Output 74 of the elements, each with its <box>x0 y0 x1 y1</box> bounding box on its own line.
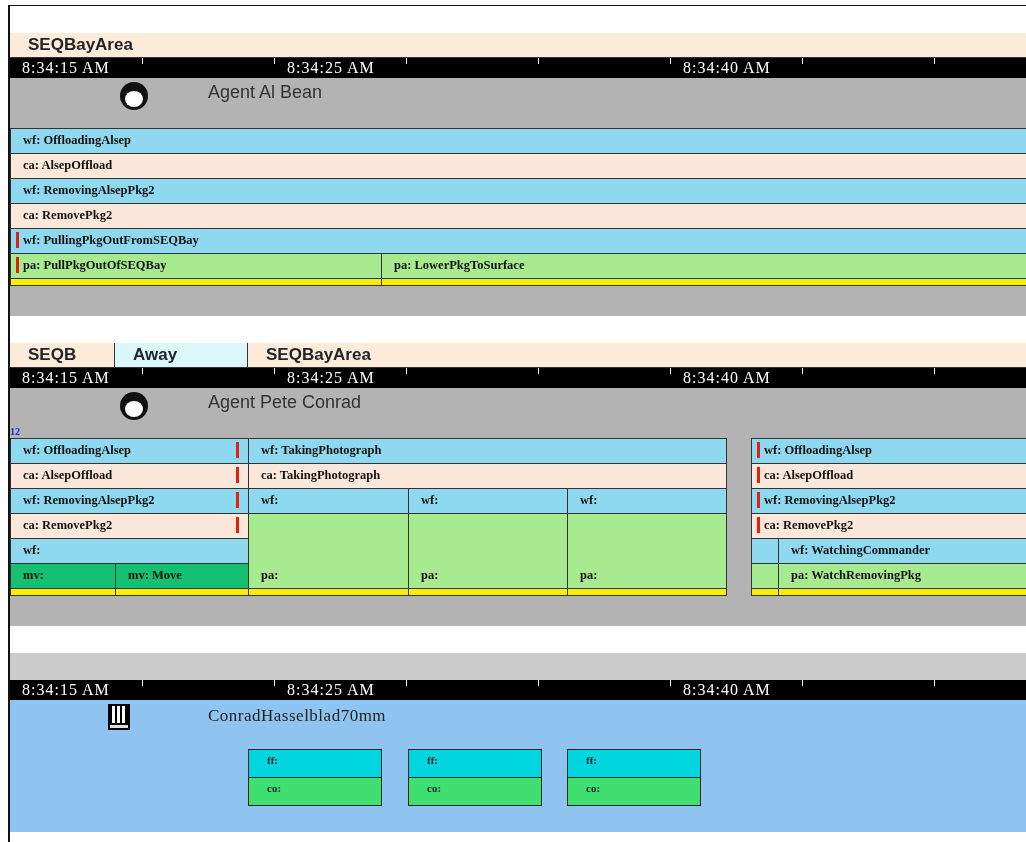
tick-mark <box>142 58 143 64</box>
tick-mark <box>670 680 671 686</box>
fact-cell: ff: <box>249 750 381 778</box>
activity-block: wf: RemovingAlsepPkg2 <box>10 178 1026 204</box>
tick-mark <box>406 58 407 64</box>
time-label: 8:34:15 AM <box>22 368 110 388</box>
activity-block: wf: RemovingAlsepPkg2 <box>751 488 1026 514</box>
activity-block: pa: <box>567 513 727 589</box>
tick-mark <box>406 680 407 686</box>
activity-block: pa: <box>408 513 568 589</box>
agent-name: Agent Pete Conrad <box>208 391 362 414</box>
tick-mark <box>274 58 275 64</box>
object-name: ConradHasselblad70mm <box>208 705 387 727</box>
activity-block: mv: Move <box>115 563 249 589</box>
activity-block: wf: PullingPkgOutFromSEQBay <box>10 228 1026 254</box>
tick-mark <box>538 680 539 686</box>
tick-mark <box>406 368 407 374</box>
activity-block: wf: <box>567 488 727 514</box>
fact-cell: ff: <box>568 750 700 778</box>
header-cell: Away <box>115 343 248 367</box>
activity-block: wf: RemovingAlsepPkg2 <box>10 488 249 514</box>
activity-block: pa: WatchRemovingPkg <box>778 563 1026 589</box>
tick-mark <box>934 58 935 64</box>
activity-block: ca: RemovePkg2 <box>10 203 1026 229</box>
concept-cell: co: <box>568 778 700 805</box>
activity-block: ca: TakingPhotograph <box>248 463 727 489</box>
tick-mark <box>538 58 539 64</box>
activity-block: wf: TakingPhotograph <box>248 438 727 464</box>
person-icon <box>118 391 150 421</box>
activity-block: ca: AlsepOffload <box>751 463 1026 489</box>
activity-block: ca: AlsepOffload <box>10 153 1026 179</box>
activity-block: pa: PullPkgOutOfSEQBay <box>10 253 382 279</box>
time-label: 8:34:15 AM <box>22 58 110 78</box>
time-label: 8:34:40 AM <box>683 58 771 78</box>
activity-block: mv: <box>10 563 116 589</box>
activity-block: wf: <box>408 488 568 514</box>
tick-mark <box>538 368 539 374</box>
concept-cell: co: <box>409 778 541 805</box>
activity-block: wf: OffloadingAlsep <box>10 128 1026 154</box>
tick-mark <box>802 58 803 64</box>
header-cell-text: SEQBayArea <box>265 344 372 366</box>
tick-mark <box>934 680 935 686</box>
activity-block: wf: OffloadingAlsep <box>751 438 1026 464</box>
tick-mark <box>802 680 803 686</box>
tick-mark <box>670 368 671 374</box>
lane-count: 12 <box>10 427 20 437</box>
activity-block: ca: AlsepOffload <box>10 463 249 489</box>
fact-cell: ff: <box>409 750 541 778</box>
time-label: 8:34:40 AM <box>683 680 771 700</box>
time-label: 8:34:25 AM <box>287 58 375 78</box>
tick-mark <box>934 368 935 374</box>
time-label: 8:34:25 AM <box>287 680 375 700</box>
activity-block: pa: LowerPkgToSurface <box>381 253 1026 279</box>
person-icon <box>118 81 150 111</box>
activity-block: wf: WatchingCommander <box>778 538 1026 564</box>
concept-cell: co: <box>249 778 381 805</box>
time-label: 8:34:25 AM <box>287 368 375 388</box>
activity-block: pa: <box>248 513 409 589</box>
activity-block: wf: <box>10 538 249 564</box>
activity-block: ca: RemovePkg2 <box>751 513 1026 539</box>
header-cell-text: SEQBayArea <box>27 34 134 56</box>
activity-block: wf: <box>248 488 409 514</box>
tick-mark <box>274 368 275 374</box>
tick-mark <box>142 368 143 374</box>
time-label: 8:34:15 AM <box>22 680 110 700</box>
tick-mark <box>802 368 803 374</box>
time-label: 8:34:40 AM <box>683 368 771 388</box>
tick-mark <box>670 58 671 64</box>
tick-mark <box>274 680 275 686</box>
tick-mark <box>142 680 143 686</box>
agent-name: Agent Al Bean <box>208 81 323 104</box>
activity-block: wf: OffloadingAlsep <box>10 438 249 464</box>
bars-icon <box>108 704 130 730</box>
activity-block: ca: RemovePkg2 <box>10 513 249 539</box>
